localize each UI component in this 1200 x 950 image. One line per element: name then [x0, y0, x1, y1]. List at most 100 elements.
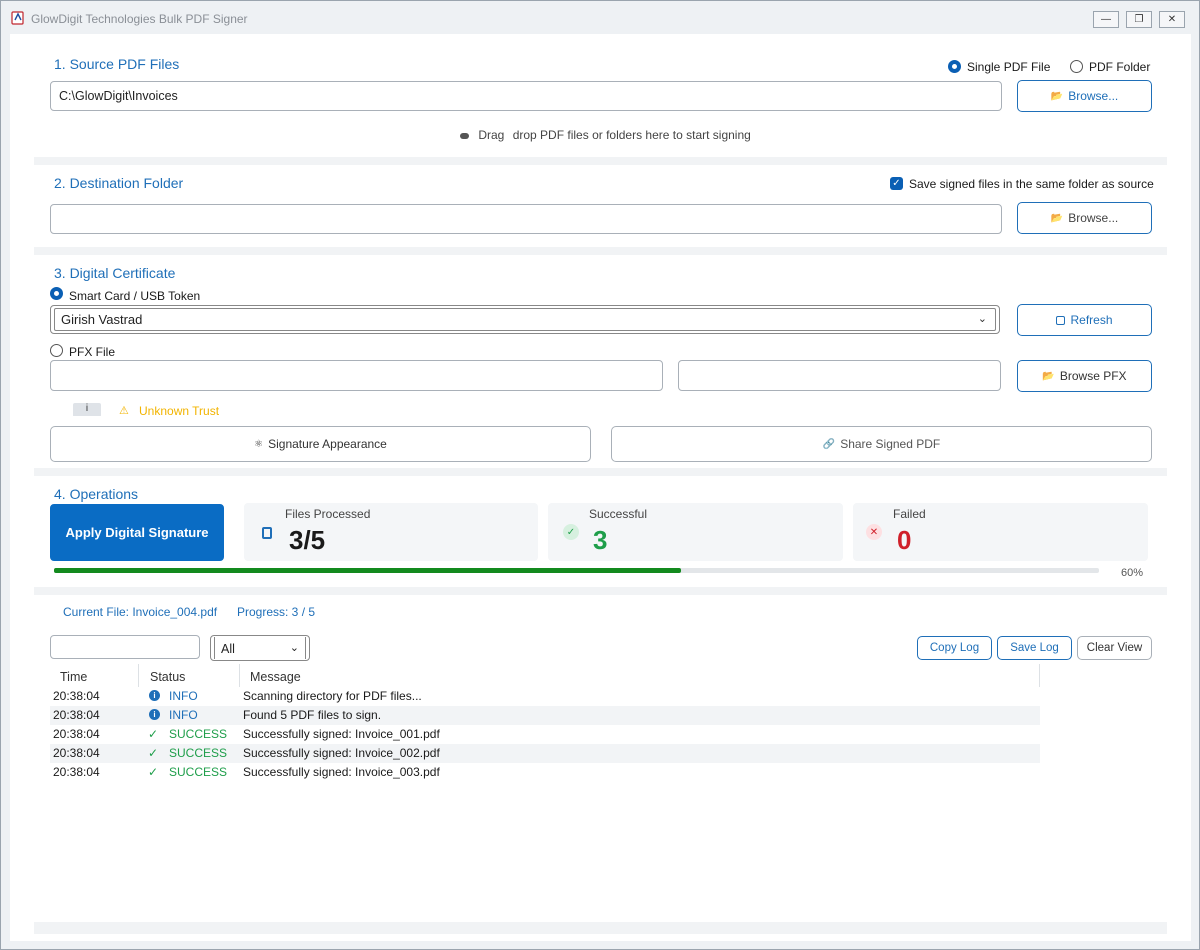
folder-label: PDF Folder: [1089, 60, 1151, 74]
log-status: SUCCESS: [169, 765, 228, 779]
files-processed-label: Files Processed: [285, 507, 371, 521]
failed-value: 0: [897, 525, 912, 555]
pfx-password-input[interactable]: [678, 360, 1001, 391]
log-row[interactable]: 20:38:04 ✓ SUCCESS Successfully signed: …: [50, 725, 1040, 744]
source-browse-button[interactable]: 📂 Browse...: [1017, 80, 1152, 112]
progress-bar-fill: [54, 568, 681, 573]
current-file-text: Current File: Invoice_004.pdf: [63, 605, 218, 619]
info-badge[interactable]: i: [73, 403, 101, 416]
destination-path-input[interactable]: [50, 204, 1002, 234]
log-time: 20:38:04: [53, 765, 100, 779]
smartcard-label: Smart Card / USB Token: [69, 289, 201, 303]
same-folder-label: Save signed files in the same folder as …: [909, 177, 1154, 191]
minimize-icon: —: [1101, 14, 1111, 25]
divider: [34, 587, 1167, 595]
chevron-down-icon: ⌄: [289, 642, 299, 654]
divider: [34, 247, 1167, 255]
check-circle-icon: ✓: [563, 524, 579, 540]
appearance-icon: ⚛: [254, 438, 264, 450]
destination-heading: 2. Destination Folder: [54, 175, 184, 191]
drop-hint-drag: Drag: [478, 128, 505, 142]
log-time: 20:38:04: [53, 727, 100, 741]
divider: [34, 157, 1167, 165]
log-table-header: Time Status Message: [50, 664, 1040, 687]
divider: [34, 922, 1167, 934]
destination-browse-label: Browse...: [1068, 211, 1119, 225]
signature-appearance-button[interactable]: ⚛ Signature Appearance: [50, 426, 591, 462]
copy-log-button[interactable]: Copy Log: [917, 636, 992, 660]
folder-open-icon: 📂: [1042, 370, 1055, 382]
signature-appearance-label: Signature Appearance: [268, 437, 387, 451]
trust-status-text: Unknown Trust: [139, 404, 220, 416]
single-file-radio[interactable]: [948, 60, 961, 73]
main-panel: 1. Source PDF Files Single PDF File PDF …: [10, 34, 1191, 941]
certificate-select[interactable]: Girish Vastrad ⌄: [50, 305, 1000, 334]
files-processed-card: Files Processed 3/5: [244, 503, 538, 561]
failed-label: Failed: [893, 507, 926, 521]
single-file-label: Single PDF File: [967, 60, 1051, 74]
log-message: Successfully signed: Invoice_001.pdf: [243, 727, 440, 741]
close-icon: ✕: [1167, 14, 1177, 25]
log-status: INFO: [169, 708, 198, 722]
certificate-heading: 3. Digital Certificate: [54, 265, 176, 281]
app-window: GlowDigit Technologies Bulk PDF Signer —…: [0, 0, 1200, 950]
pfx-label: PFX File: [69, 345, 116, 359]
drop-zone-hint[interactable]: Drag drop PDF files or folders here to s…: [460, 128, 751, 142]
browse-pfx-label: Browse PFX: [1059, 369, 1127, 383]
files-processed-value: 3/5: [289, 525, 326, 555]
divider: [34, 468, 1167, 476]
checkmark-icon: ✓: [148, 727, 159, 741]
folder-open-icon: 📂: [1050, 212, 1064, 224]
log-filter-select[interactable]: All ⌄: [210, 635, 310, 661]
checkmark-icon: ✓: [892, 178, 901, 189]
column-header-status[interactable]: Status: [150, 670, 185, 684]
column-header-time[interactable]: Time: [60, 670, 87, 684]
source-path-input[interactable]: C:\GlowDigit\Invoices: [50, 81, 1002, 111]
maximize-button[interactable]: ❐: [1126, 11, 1152, 28]
document-icon: [262, 527, 272, 539]
log-status: SUCCESS: [169, 746, 228, 760]
log-filter-value: All: [221, 642, 235, 656]
source-heading: 1. Source PDF Files: [54, 56, 180, 72]
log-row[interactable]: 20:38:04 i INFO Found 5 PDF files to sig…: [50, 706, 1040, 725]
drop-hint-text: drop PDF files or folders here to start …: [512, 128, 751, 142]
clear-view-button[interactable]: Clear View: [1077, 636, 1152, 660]
column-header-message[interactable]: Message: [250, 670, 301, 684]
operations-heading: 4. Operations: [54, 486, 139, 502]
progress-percent: 60%: [1121, 567, 1144, 579]
log-search-input[interactable]: [50, 635, 200, 659]
share-signed-pdf-button[interactable]: 🔗 Share Signed PDF: [611, 426, 1152, 462]
window-title: GlowDigit Technologies Bulk PDF Signer: [31, 12, 248, 26]
same-folder-checkbox[interactable]: ✓: [890, 177, 903, 190]
save-log-button[interactable]: Save Log: [997, 636, 1072, 660]
close-button[interactable]: ✕: [1159, 11, 1185, 28]
source-browse-label: Browse...: [1068, 89, 1119, 103]
log-time: 20:38:04: [53, 689, 100, 703]
apply-signature-button[interactable]: Apply Digital Signature: [50, 504, 224, 561]
minimize-button[interactable]: —: [1093, 11, 1119, 28]
progress-bar: [54, 568, 1099, 573]
warning-icon: ⚠: [119, 405, 129, 416]
app-logo-icon: [11, 11, 24, 25]
successful-card: Successful ✓ 3: [548, 503, 843, 561]
pfx-radio[interactable]: [50, 344, 63, 357]
info-icon: i: [149, 709, 160, 720]
browse-pfx-button[interactable]: 📂 Browse PFX: [1017, 360, 1152, 392]
refresh-button[interactable]: Refresh: [1017, 304, 1152, 336]
log-row[interactable]: 20:38:04 i INFO Scanning directory for P…: [50, 687, 1040, 706]
destination-browse-button[interactable]: 📂 Browse...: [1017, 202, 1152, 234]
info-icon: i: [149, 690, 160, 701]
failed-card: Failed ✕ 0: [853, 503, 1148, 561]
log-row[interactable]: 20:38:04 ✓ SUCCESS Successfully signed: …: [50, 763, 1040, 782]
restore-icon: ❐: [1134, 14, 1144, 25]
folder-radio[interactable]: [1070, 60, 1083, 73]
refresh-icon: [1056, 315, 1066, 325]
log-status: SUCCESS: [169, 727, 228, 741]
refresh-label: Refresh: [1070, 313, 1113, 327]
pfx-path-input[interactable]: [50, 360, 663, 391]
log-status: INFO: [169, 689, 198, 703]
log-message: Successfully signed: Invoice_003.pdf: [243, 765, 440, 779]
log-row[interactable]: 20:38:04 ✓ SUCCESS Successfully signed: …: [50, 744, 1040, 763]
smartcard-radio[interactable]: [50, 287, 63, 300]
title-bar: GlowDigit Technologies Bulk PDF Signer —…: [1, 1, 1199, 33]
